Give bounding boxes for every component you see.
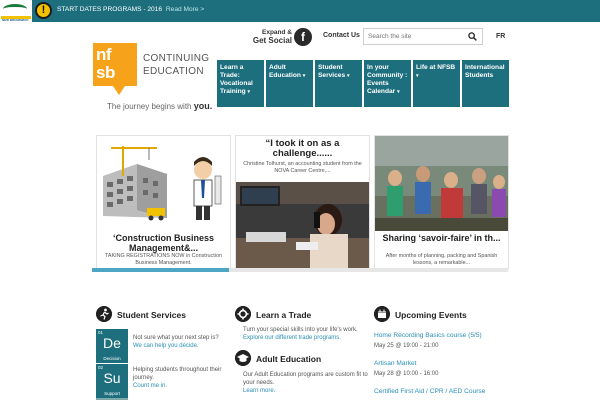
tagline-text: The journey begins with [107, 102, 192, 111]
explore-trades-link[interactable]: Explore our different trade programs. [243, 334, 368, 342]
tile-name: Decision [103, 356, 121, 361]
chevron-down-icon: ▾ [346, 73, 350, 79]
nav-label: Adult Education [269, 64, 301, 79]
adult-education-title: Adult Education [256, 354, 322, 364]
carousel-card-savoir-faire[interactable]: Sharing ‘savoir-faire’ in th... After mo… [374, 135, 509, 269]
decide-link[interactable]: We can help you decide. [133, 342, 228, 350]
event-link[interactable]: Certified First Aid / CPR / AED Course [374, 388, 485, 395]
tagline: The journey begins with you. [107, 101, 212, 111]
carousel-progress-fill [92, 268, 230, 272]
nav-label: International Students [465, 64, 505, 79]
logo-swoosh [3, 4, 27, 14]
adult-education-description: Our Adult Education programs are custom … [243, 372, 368, 386]
construction-illustration [97, 136, 230, 231]
contact-us-link[interactable]: Contact Us [323, 32, 360, 39]
tile-support-text: Helping students throughout their journe… [133, 366, 228, 390]
running-person-icon [96, 306, 112, 322]
nav-item-student-services[interactable]: Student Services ▾ [315, 60, 362, 107]
learn-more-link[interactable]: Learn more. [243, 387, 368, 395]
new-brunswick-logo[interactable]: NEW BRUNSWICK [0, 0, 32, 22]
nav-item-learn-trade[interactable]: Learn a Trade: Vocational Training ▾ [217, 60, 264, 107]
nav-label: Student Services [318, 64, 346, 79]
nav-label: In your Community : Events Calendar [367, 64, 408, 95]
calendar-icon [374, 306, 390, 322]
alert-message: START DATES PROGRAMS - 2016 Read More > [57, 6, 204, 13]
card-title: “I took it on as a challenge...... [265, 138, 340, 159]
chevron-down-icon: ▾ [247, 89, 251, 95]
group-photo [375, 136, 508, 231]
chevron-down-icon: ▾ [397, 89, 400, 95]
tile-description: Helping students throughout their journe… [133, 367, 222, 381]
nav-item-community-events[interactable]: In your Community : Events Calendar ▾ [364, 60, 411, 107]
logo-letters-bottom: sb [96, 63, 115, 82]
nfsb-logo[interactable]: nf sb [93, 43, 137, 95]
expand-line-2: Get Social [252, 36, 292, 45]
learn-trade-title: Learn a Trade [256, 310, 312, 320]
logo-title-line-1: CONTINUING [143, 53, 210, 64]
search-box [363, 28, 483, 45]
facebook-icon[interactable]: f [294, 28, 312, 46]
alert-read-more-link[interactable]: Read More > [166, 6, 204, 13]
expand-social: Expand & Get Social [252, 29, 292, 45]
tile-name: Support [104, 391, 120, 396]
logo-letters: nf sb [96, 46, 115, 82]
card-title: ‘Construction Business Management&... [112, 233, 214, 253]
carousel-card-challenge[interactable]: “I took it on as a challenge...... Chris… [235, 135, 370, 269]
event-link[interactable]: Home Recording Basics course (5/5) [374, 332, 482, 339]
tile-symbol: De [103, 335, 121, 351]
chevron-down-icon: ▾ [416, 73, 419, 79]
tagline-emphasis: you. [193, 101, 213, 111]
card-title: Sharing ‘savoir-faire’ in th... [382, 233, 501, 243]
adult-education-text: Our Adult Education programs are custom … [243, 371, 368, 395]
nav-item-international-students[interactable]: International Students [462, 60, 509, 107]
search-icon[interactable] [468, 32, 477, 41]
language-toggle[interactable]: FR [496, 33, 505, 40]
gear-icon [235, 306, 251, 322]
logo-pointer [113, 86, 125, 95]
chevron-down-icon: ▾ [302, 73, 306, 79]
carousel-card-construction[interactable]: ‘Construction Business Management&... TA… [96, 135, 231, 269]
card-desc: After months of planning, packing and Sp… [385, 253, 498, 266]
carousel-progress[interactable] [92, 268, 508, 272]
nav-item-adult-education[interactable]: Adult Education ▾ [266, 60, 313, 107]
nav-item-life-at-nfsb[interactable]: Life at NFSB ▾ [413, 60, 460, 107]
tile-symbol: Su [103, 370, 121, 386]
tile-decision-text: Not sure what your next step is? We can … [133, 334, 228, 350]
logo-title: CONTINUING EDUCATION [143, 52, 209, 78]
top-alert-bar: NEW BRUNSWICK ! START DATES PROGRAMS - 2… [0, 0, 600, 22]
event-date: May 28 @ 10:00 - 16:00 [374, 371, 439, 377]
tile-support[interactable]: 02 Su Support [96, 364, 128, 398]
card-desc: TAKING REGISTRATIONS NOW in Construction… [105, 253, 222, 266]
exclamation-icon: ! [35, 2, 52, 19]
logo-tag: NEW BRUNSWICK [2, 18, 29, 22]
student-phone-photo [236, 182, 369, 268]
learn-trade-description: Turn your special skills into your life'… [243, 327, 358, 333]
event-link[interactable]: Artisan Market [374, 360, 417, 367]
logo-title-line-2: EDUCATION [143, 66, 204, 77]
upcoming-events-title: Upcoming Events [395, 310, 467, 320]
graduation-cap-icon [235, 350, 251, 366]
logo-letters-top: nf [96, 45, 112, 64]
event-date: May 25 @ 19:00 - 21:00 [374, 343, 439, 349]
learn-trade-text: Turn your special skills into your life'… [243, 326, 368, 342]
card-desc: Christine Tolhurst, an accounting studen… [243, 161, 362, 174]
student-services-title: Student Services [117, 310, 186, 320]
alert-text: START DATES PROGRAMS - 2016 [57, 6, 163, 13]
nav-label: Life at NFSB [416, 64, 456, 71]
count-me-in-link[interactable]: Count me in. [133, 382, 228, 390]
tile-decision[interactable]: 01 De Decision [96, 329, 128, 363]
tile-description: Not sure what your next step is? [133, 335, 219, 341]
search-input[interactable] [368, 31, 464, 42]
